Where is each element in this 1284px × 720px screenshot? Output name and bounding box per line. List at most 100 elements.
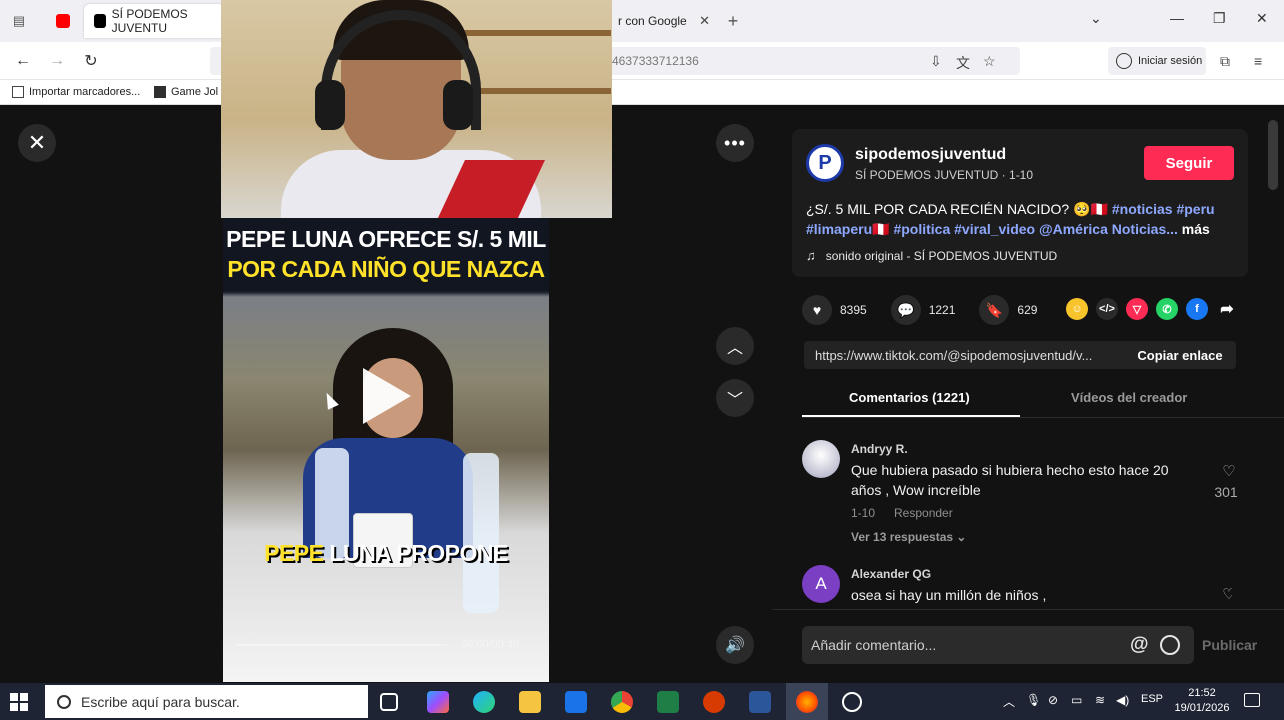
scrollbar-thumb[interactable] — [1268, 120, 1278, 190]
previous-video-button[interactable]: ︿ — [716, 327, 754, 365]
chevron-down-icon[interactable]: ⌄ — [1090, 10, 1102, 27]
repost-icon[interactable]: ☺ — [1066, 298, 1088, 320]
comment-input[interactable]: Añadir comentario... @ — [802, 626, 1194, 664]
next-video-button[interactable]: ﹀ — [716, 379, 754, 417]
commenter-avatar[interactable]: A — [802, 565, 840, 603]
share-link-text[interactable]: https://www.tiktok.com/@sipodemosjuventu… — [815, 348, 1115, 363]
facebook-icon[interactable]: f — [1186, 298, 1208, 320]
comment-date: 1-10 — [851, 506, 876, 520]
comment-like-icon[interactable]: ♡ — [1214, 462, 1244, 480]
word-icon[interactable] — [749, 691, 771, 713]
battery-icon[interactable]: ▭ — [1071, 693, 1082, 707]
tab-google[interactable]: r con Google ✕ — [612, 4, 720, 38]
sign-in-button[interactable]: Iniciar sesión — [1108, 47, 1206, 75]
send-icon[interactable]: ▽ — [1126, 298, 1148, 320]
taskbar-search-box[interactable]: Escribe aquí para buscar. — [45, 685, 368, 718]
new-tab-button[interactable]: + — [720, 8, 746, 34]
minimize-icon[interactable]: — — [1170, 10, 1184, 26]
reply-button[interactable]: Responder — [894, 506, 953, 520]
tab-youtube[interactable] — [46, 4, 82, 38]
tray-chevron-up-icon[interactable]: ︿ — [1003, 693, 1015, 710]
like-stat[interactable]: ♥ 8395 — [802, 295, 867, 325]
chrome-icon[interactable] — [611, 691, 633, 713]
powerpoint-icon[interactable] — [703, 691, 725, 713]
extensions-icon[interactable]: ⧉ — [1220, 53, 1230, 70]
back-icon[interactable]: ← — [12, 50, 34, 72]
youtube-icon — [56, 14, 70, 28]
comment-like-icon[interactable]: ♡ — [1214, 585, 1232, 603]
restore-icon[interactable]: ❐ — [1213, 10, 1226, 27]
volume-button[interactable]: 🔊 — [716, 626, 754, 664]
save-count: 629 — [1017, 303, 1038, 317]
follow-button[interactable]: Seguir — [1144, 146, 1234, 180]
copy-link-button[interactable]: Copiar enlace — [1124, 341, 1236, 369]
share-arrow-icon[interactable]: ➦ — [1216, 298, 1238, 320]
creator-username[interactable]: sipodemosjuventud — [855, 146, 1006, 164]
headset-earcup — [443, 80, 473, 130]
bookmark-gamejolt[interactable]: Game Jol — [154, 86, 218, 98]
water-bottle — [463, 453, 499, 613]
excel-icon[interactable] — [657, 691, 679, 713]
tab-tiktok[interactable]: SÍ PODEMOS JUVENTU — [84, 4, 224, 38]
wifi-icon[interactable]: ≋ — [1095, 693, 1105, 707]
commenter-name[interactable]: Andryy R. — [851, 442, 908, 456]
translate-icon[interactable]: 文 — [956, 53, 970, 73]
close-window-icon[interactable]: ✕ — [1256, 10, 1268, 27]
creator-avatar[interactable]: P — [806, 144, 844, 182]
reload-icon[interactable]: ↻ — [80, 50, 102, 72]
view-replies-button[interactable]: Ver 13 respuestas ⌄ — [851, 530, 966, 544]
close-tab-icon[interactable]: ✕ — [699, 13, 710, 29]
emoji-icon[interactable] — [1160, 635, 1180, 655]
save-stat[interactable]: 🔖 629 — [979, 295, 1037, 325]
embed-icon[interactable]: </> — [1096, 298, 1118, 320]
sound-link[interactable]: ♫ sonido original - SÍ PODEMOS JUVENTUD — [806, 248, 1057, 263]
task-view-icon[interactable] — [380, 693, 398, 711]
microphone-icon[interactable]: 🎙 — [1026, 693, 1041, 707]
file-explorer-icon[interactable] — [519, 691, 541, 713]
video-frame[interactable]: PEPE LUNA OFRECE S/. 5 MIL POR CADA NIÑO… — [223, 218, 549, 682]
windows-start-icon[interactable] — [10, 693, 28, 711]
bookmark-star-icon[interactable]: ☆ — [983, 53, 996, 70]
close-player-button[interactable]: ✕ — [18, 124, 56, 162]
bookmark-import[interactable]: Importar marcadores... — [12, 86, 140, 98]
volume-icon[interactable]: ◀) — [1116, 693, 1129, 707]
comment-like-count: 301 — [1214, 484, 1238, 500]
more-options-button[interactable]: ••• — [716, 124, 754, 162]
hashtags[interactable]: #noticias #peru — [1112, 201, 1215, 217]
outlook-icon[interactable] — [565, 691, 587, 713]
taskbar-clock[interactable]: 21:52 19/01/2026 — [1172, 686, 1232, 716]
copilot-icon[interactable] — [427, 691, 449, 713]
more-link[interactable]: más — [1182, 221, 1210, 237]
video-caption-overlay: PEPE LUNA PROPONE — [223, 540, 549, 567]
notification-center-icon[interactable] — [1244, 693, 1260, 707]
clock-time: 21:52 — [1188, 687, 1216, 699]
tab-creator-videos[interactable]: Vídeos del creador — [1071, 390, 1187, 405]
tab-label: SÍ PODEMOS JUVENTU — [111, 7, 188, 35]
add-comment-bar: Añadir comentario... @ Publicar — [772, 609, 1284, 683]
comments-scrollbar[interactable] — [1268, 120, 1278, 600]
account-icon — [1116, 53, 1132, 69]
hashtags[interactable]: #limaperu🇵🇪 #politica #viral_video @Amér… — [806, 221, 1178, 237]
sign-in-label: Iniciar sesión — [1138, 55, 1203, 67]
whatsapp-icon[interactable]: ✆ — [1156, 298, 1178, 320]
commenter-name[interactable]: Alexander QG — [851, 567, 931, 581]
comment-stat[interactable]: 💬 1221 — [890, 295, 955, 325]
url-text[interactable]: 4637333712136 — [612, 54, 699, 68]
comment-item: A Alexander QG osea si hay un millón de … — [802, 565, 1232, 605]
active-tab-indicator — [802, 415, 1020, 417]
edge-icon[interactable] — [473, 691, 495, 713]
video-progress-bar[interactable] — [237, 644, 447, 646]
save-page-icon[interactable]: ⇩ — [930, 53, 942, 70]
firefox-icon[interactable] — [796, 691, 818, 713]
obs-icon[interactable] — [842, 692, 862, 712]
post-comment-button[interactable]: Publicar — [1202, 637, 1257, 653]
play-icon[interactable] — [363, 368, 411, 424]
mention-icon[interactable]: @ — [1130, 634, 1149, 656]
commenter-avatar[interactable] — [802, 440, 840, 478]
tab-list-icon[interactable]: ▤ — [6, 8, 32, 34]
notifications-off-icon[interactable]: ⊘ — [1048, 693, 1058, 707]
language-indicator[interactable]: ESP — [1141, 693, 1163, 705]
tab-comments[interactable]: Comentarios (1221) — [849, 390, 970, 405]
forward-icon[interactable]: → — [46, 50, 68, 72]
menu-icon[interactable]: ≡ — [1254, 53, 1262, 69]
